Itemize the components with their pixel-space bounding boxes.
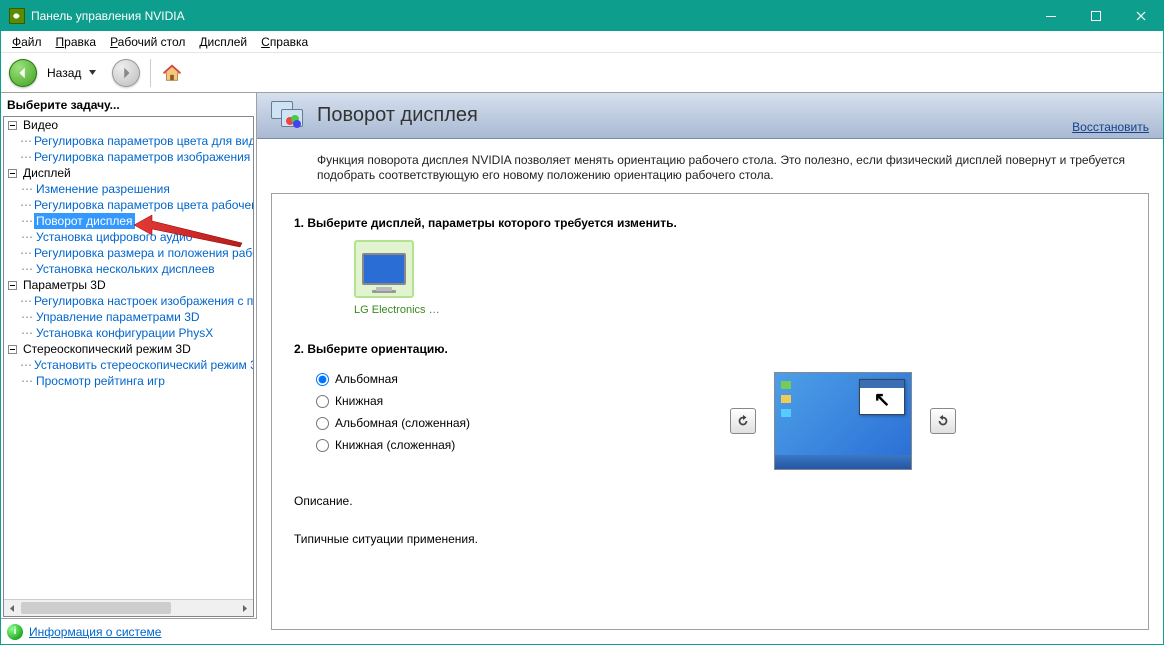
- tree-category[interactable]: Дисплей: [21, 165, 73, 181]
- tree-item[interactable]: Поворот дисплея: [34, 213, 135, 229]
- nvidia-icon: [9, 8, 25, 24]
- tree-branch-icon: ⋯: [20, 261, 34, 277]
- scroll-right-button[interactable]: [236, 600, 253, 616]
- system-info-link[interactable]: Информация о системе: [29, 625, 161, 639]
- close-button[interactable]: [1118, 1, 1163, 31]
- tree-item[interactable]: Регулировка настроек изображения с просм…: [32, 293, 253, 309]
- tree-collapse-icon[interactable]: [6, 167, 19, 180]
- sidebar: Выберите задачу... Видео⋯Регулировка пар…: [1, 93, 257, 618]
- window-title: Панель управления NVIDIA: [31, 9, 1028, 23]
- rotate-ccw-button[interactable]: [730, 408, 756, 434]
- tree-item[interactable]: Изменение разрешения: [34, 181, 172, 197]
- tree-category[interactable]: Стереоскопический режим 3D: [21, 341, 193, 357]
- orientation-radio[interactable]: [316, 373, 329, 386]
- page-header: Поворот дисплея Восстановить: [257, 93, 1163, 139]
- scroll-thumb[interactable]: [21, 602, 171, 614]
- tree-item[interactable]: Управление параметрами 3D: [34, 309, 202, 325]
- orientation-option[interactable]: Альбомная: [316, 372, 470, 386]
- orientation-option[interactable]: Книжная: [316, 394, 470, 408]
- titlebar[interactable]: Панель управления NVIDIA: [1, 1, 1163, 31]
- header-display-icon: [271, 101, 307, 131]
- back-dropdown-icon[interactable]: [89, 69, 96, 76]
- forward-button[interactable]: [112, 59, 140, 87]
- restore-link[interactable]: Восстановить: [1072, 120, 1149, 134]
- back-label[interactable]: Назад: [47, 66, 81, 80]
- back-button[interactable]: [9, 59, 37, 87]
- orientation-option[interactable]: Альбомная (сложенная): [316, 416, 470, 430]
- tree-category[interactable]: Параметры 3D: [21, 277, 108, 293]
- tree-branch-icon: ⋯: [20, 325, 34, 341]
- monitor-icon: [362, 253, 406, 285]
- minimize-button[interactable]: [1028, 1, 1073, 31]
- tree-item[interactable]: Установить стереоскопический режим 3D: [32, 357, 253, 373]
- menu-edit[interactable]: Правка: [49, 33, 104, 51]
- tree-item[interactable]: Регулировка параметров цвета рабочего ст…: [32, 197, 253, 213]
- orientation-option[interactable]: Книжная (сложенная): [316, 438, 470, 452]
- orientation-label: Альбомная: [335, 372, 398, 386]
- menu-file[interactable]: Файл: [5, 33, 49, 51]
- tree-branch-icon: ⋯: [20, 181, 34, 197]
- typical-label: Типичные ситуации применения.: [294, 532, 1126, 546]
- page-description: Функция поворота дисплея NVIDIA позволяе…: [257, 139, 1163, 193]
- tree-branch-icon: ⋯: [20, 149, 32, 165]
- home-button[interactable]: [161, 62, 183, 84]
- description-label: Описание.: [294, 494, 1126, 508]
- task-title: Выберите задачу...: [1, 95, 256, 115]
- tree-item[interactable]: Регулировка размера и положения рабочего…: [32, 245, 253, 261]
- tree-collapse-icon[interactable]: [6, 343, 19, 356]
- tree-item[interactable]: Установка цифрового аудио: [34, 229, 194, 245]
- menu-display[interactable]: Дисплей: [192, 33, 254, 51]
- orientation-label: Книжная: [335, 394, 383, 408]
- tree-category[interactable]: Видео: [21, 117, 60, 133]
- tree-branch-icon: ⋯: [20, 293, 32, 309]
- tree-item[interactable]: Регулировка параметров изображения для в…: [32, 149, 253, 165]
- sidebar-footer: i Информация о системе: [1, 618, 257, 644]
- display-item[interactable]: LG Electronics …: [354, 240, 440, 316]
- step1-label: 1. Выберите дисплей, параметры которого …: [294, 216, 1126, 230]
- horizontal-scrollbar[interactable]: [4, 599, 253, 616]
- tree-item[interactable]: Просмотр рейтинга игр: [34, 373, 167, 389]
- tree-branch-icon: ⋯: [20, 309, 34, 325]
- menubar: Файл Правка Рабочий стол Дисплей Справка: [1, 31, 1163, 53]
- task-tree[interactable]: Видео⋯Регулировка параметров цвета для в…: [3, 116, 254, 617]
- menu-help[interactable]: Справка: [254, 33, 315, 51]
- tree-branch-icon: ⋯: [20, 197, 32, 213]
- nvidia-control-panel-window: Панель управления NVIDIA Файл Правка Раб…: [0, 0, 1164, 645]
- content-pane: Поворот дисплея Восстановить Функция пов…: [257, 93, 1163, 644]
- tree-item[interactable]: Установка нескольких дисплеев: [34, 261, 217, 277]
- toolbar-separator: [150, 59, 151, 87]
- tree-branch-icon: ⋯: [20, 133, 32, 149]
- tree-item[interactable]: Регулировка параметров цвета для видео: [32, 133, 253, 149]
- maximize-button[interactable]: [1073, 1, 1118, 31]
- orientation-radio[interactable]: [316, 439, 329, 452]
- tree-branch-icon: ⋯: [20, 213, 34, 229]
- step2-label: 2. Выберите ориентацию.: [294, 342, 1126, 356]
- tree-branch-icon: ⋯: [20, 357, 32, 373]
- toolbar: Назад: [1, 53, 1163, 93]
- rotate-cw-button[interactable]: [930, 408, 956, 434]
- orientation-radio[interactable]: [316, 395, 329, 408]
- main-settings-panel: 1. Выберите дисплей, параметры которого …: [271, 193, 1149, 630]
- orientation-preview: ↖: [774, 372, 912, 470]
- display-name: LG Electronics …: [354, 304, 440, 316]
- tree-collapse-icon[interactable]: [6, 279, 19, 292]
- system-info-icon: i: [7, 624, 23, 640]
- orientation-label: Альбомная (сложенная): [335, 416, 470, 430]
- page-title: Поворот дисплея: [317, 104, 478, 127]
- arrow-icon: ↖: [860, 388, 904, 412]
- scroll-left-button[interactable]: [4, 600, 21, 616]
- tree-branch-icon: ⋯: [20, 229, 34, 245]
- tree-branch-icon: ⋯: [20, 373, 34, 389]
- orientation-radio[interactable]: [316, 417, 329, 430]
- menu-desktop[interactable]: Рабочий стол: [103, 33, 192, 51]
- tree-branch-icon: ⋯: [20, 245, 32, 261]
- orientation-label: Книжная (сложенная): [335, 438, 455, 452]
- orientation-radio-group: Альбомная Книжная Альбомная (сложенная) Кни…: [316, 372, 470, 452]
- tree-item[interactable]: Установка конфигурации PhysX: [34, 325, 215, 341]
- tree-collapse-icon[interactable]: [6, 119, 19, 132]
